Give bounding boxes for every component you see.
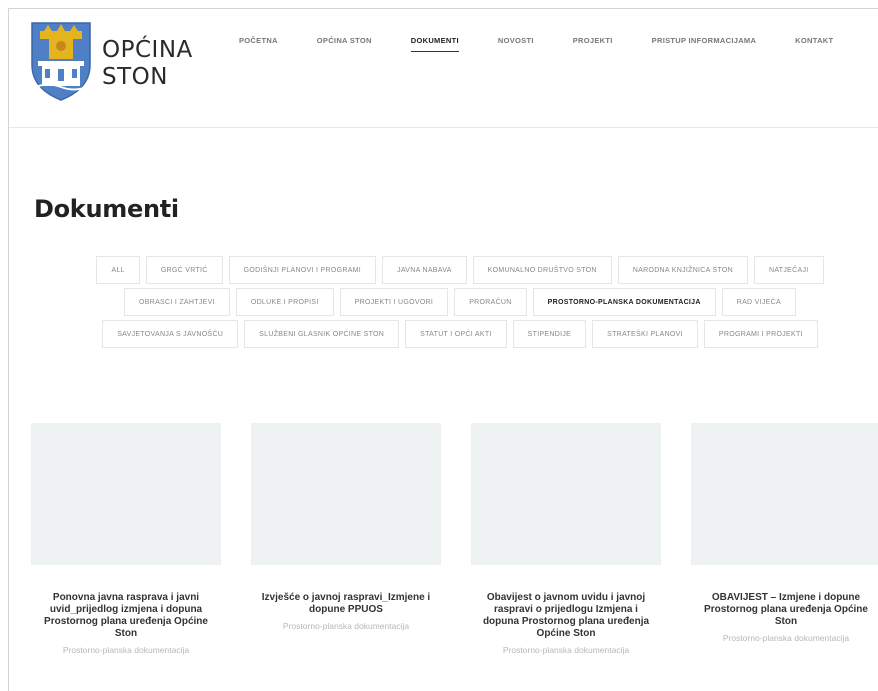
filter-odluke[interactable]: ODLUKE I PROPISI xyxy=(235,288,334,316)
site-logo[interactable]: OPĆINA STON xyxy=(30,21,193,101)
document-card[interactable]: OBAVIJEST – Izmjene i dopune Prostornog … xyxy=(691,423,878,655)
nav-item-projekti[interactable]: PROJEKTI xyxy=(573,36,613,52)
coat-of-arms-icon xyxy=(31,22,91,101)
filter-all[interactable]: ALL xyxy=(96,256,140,284)
filter-sluzbeni-glasnik[interactable]: SLUŽBENI GLASNIK OPĆINE STON xyxy=(244,320,400,348)
document-grid: Ponovna javna rasprava i javni uvid_prij… xyxy=(31,423,878,655)
document-title[interactable]: OBAVIJEST – Izmjene i dopune Prostornog … xyxy=(691,592,878,628)
filter-statut[interactable]: STATUT I OPĆI AKTI xyxy=(405,320,507,348)
document-category[interactable]: Prostorno-planska dokumentacija xyxy=(31,645,221,655)
nav-item-pristup-informacijama[interactable]: PRISTUP INFORMACIJAMA xyxy=(652,36,757,52)
filter-strateski-planovi[interactable]: STRATEŠKI PLANOVI xyxy=(592,320,698,348)
filter-savjetovanja[interactable]: SAVJETOVANJA S JAVNOŠĆU xyxy=(102,320,239,348)
filter-rad-vijeca[interactable]: RAD VIJEĆA xyxy=(721,288,796,316)
filter-narodna-knjiznica[interactable]: NARODNA KNJIŽNICA STON xyxy=(617,256,748,284)
filter-godisnji-planovi[interactable]: GODIŠNJI PLANOVI I PROGRAMI xyxy=(228,256,377,284)
document-thumbnail[interactable] xyxy=(691,423,878,565)
nav-item-kontakt[interactable]: KONTAKT xyxy=(795,36,833,52)
document-thumbnail[interactable] xyxy=(31,423,221,565)
nav-item-pocetna[interactable]: POČETNA xyxy=(239,36,278,52)
brand-name: OPĆINA STON xyxy=(102,37,193,91)
page-title: Dokumenti xyxy=(34,195,179,223)
filter-stipendije[interactable]: STIPENDIJE xyxy=(512,320,587,348)
filter-proracun[interactable]: PRORAČUN xyxy=(454,288,527,316)
category-filters: ALL GRGĆ VRTIĆ GODIŠNJI PLANOVI I PROGRA… xyxy=(60,256,860,348)
document-card[interactable]: Obavijest o javnom uvidu i javnoj raspra… xyxy=(471,423,661,655)
document-category[interactable]: Prostorno-planska dokumentacija xyxy=(251,621,441,631)
document-title[interactable]: Ponovna javna rasprava i javni uvid_prij… xyxy=(31,592,221,640)
document-thumbnail[interactable] xyxy=(251,423,441,565)
document-category[interactable]: Prostorno-planska dokumentacija xyxy=(691,633,878,643)
main-nav: POČETNA OPĆINA STON DOKUMENTI NOVOSTI PR… xyxy=(239,36,872,52)
nav-item-novosti[interactable]: NOVOSTI xyxy=(498,36,534,52)
nav-item-opcina-ston[interactable]: OPĆINA STON xyxy=(317,36,372,52)
filter-komunalno-drustvo[interactable]: KOMUNALNO DRUŠTVO STON xyxy=(472,256,612,284)
filter-vrtic[interactable]: GRGĆ VRTIĆ xyxy=(145,256,223,284)
filter-projekti-ugovori[interactable]: PROJEKTI I UGOVORI xyxy=(339,288,449,316)
document-thumbnail[interactable] xyxy=(471,423,661,565)
filter-programi-projekti[interactable]: PROGRAMI I PROJEKTI xyxy=(703,320,818,348)
document-card[interactable]: Izvješće o javnoj raspravi_Izmjene i dop… xyxy=(251,423,441,655)
document-card[interactable]: Ponovna javna rasprava i javni uvid_prij… xyxy=(31,423,221,655)
brand-line-1: OPĆINA xyxy=(102,37,193,63)
document-category[interactable]: Prostorno-planska dokumentacija xyxy=(471,645,661,655)
filter-prostorno-planska[interactable]: PROSTORNO-PLANSKA DOKUMENTACIJA xyxy=(532,288,716,316)
site-header: OPĆINA STON POČETNA OPĆINA STON DOKUMENT… xyxy=(9,9,878,128)
filter-javna-nabava[interactable]: JAVNA NABAVA xyxy=(382,256,467,284)
filter-obrasci[interactable]: OBRASCI I ZAHTJEVI xyxy=(124,288,230,316)
document-title[interactable]: Izvješće o javnoj raspravi_Izmjene i dop… xyxy=(251,592,441,616)
document-title[interactable]: Obavijest o javnom uvidu i javnoj raspra… xyxy=(471,592,661,640)
filter-natjecaji[interactable]: NATJEČAJI xyxy=(754,256,824,284)
brand-line-2: STON xyxy=(102,64,168,90)
nav-item-dokumenti[interactable]: DOKUMENTI xyxy=(410,36,460,52)
